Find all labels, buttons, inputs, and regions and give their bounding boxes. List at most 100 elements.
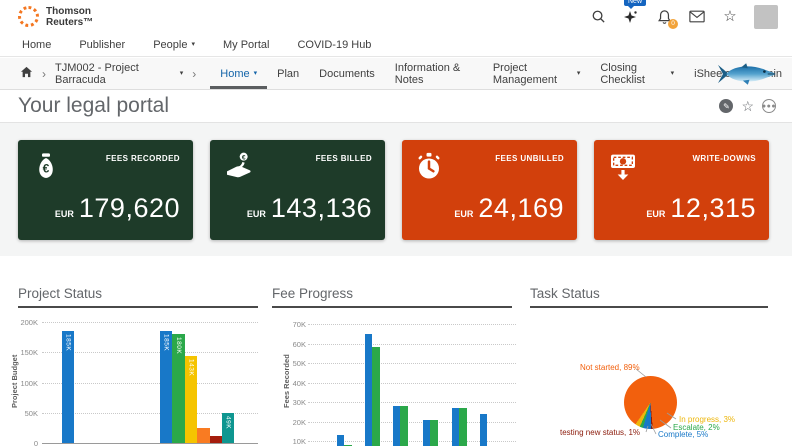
top-header: Thomson Reuters™ New 0 ☆ (0, 0, 792, 33)
tab-closing-checklist[interactable]: Closing Checklist▾ (590, 58, 684, 89)
kpi-currency: EUR (646, 209, 665, 219)
gridline (42, 322, 258, 323)
bar (337, 435, 344, 446)
stopwatch-icon (414, 150, 444, 187)
gridline (308, 402, 516, 403)
y-axis-label: Project Budget (10, 355, 19, 408)
gridline (308, 383, 516, 384)
gridline (308, 344, 516, 345)
chevron-right-icon: › (42, 67, 46, 81)
nav-item-label: Home (22, 39, 51, 51)
bell-icon[interactable]: 0 (655, 8, 673, 26)
chart-title-rule (530, 306, 768, 308)
nav-item-publisher[interactable]: Publisher (79, 39, 125, 51)
breadcrumb: › TJM002 - Project Barracuda ▾ › (20, 58, 196, 89)
kpi-card-label: FEES BILLED (316, 154, 372, 163)
kpi-amount: 12,315 (670, 193, 756, 224)
project-name: TJM002 - Project Barracuda (55, 62, 175, 86)
avatar[interactable] (754, 5, 778, 29)
bar (372, 347, 379, 446)
chart-title-project-status: Project Status (18, 286, 102, 301)
kpi-card-fees-unbilled: FEES UNBILLEDEUR24,169 (402, 140, 577, 240)
bar: 49K (222, 413, 234, 443)
tab-documents[interactable]: Documents (309, 58, 385, 89)
bar (210, 436, 222, 443)
bar (400, 406, 407, 446)
kpi-card-label: WRITE-DOWNS (692, 154, 756, 163)
tab-information-notes[interactable]: Information & Notes (385, 58, 483, 89)
nav-item-home[interactable]: Home (22, 39, 51, 51)
chart-title-rule (18, 306, 258, 308)
edit-icon[interactable]: ✎ (719, 99, 733, 113)
nav-item-label: Publisher (79, 39, 125, 51)
kpi-card-fees-billed: €FEES BILLEDEUR143,136 (210, 140, 385, 240)
bar-value-label: 185K (163, 334, 170, 351)
star-icon[interactable]: ☆ (721, 8, 739, 26)
kpi-band: €FEES RECORDEDEUR179,620€FEES BILLEDEUR1… (0, 123, 792, 256)
tab-project-management[interactable]: Project Management▾ (483, 58, 591, 89)
y-tick-label: 40K (276, 379, 306, 388)
gridline (308, 324, 516, 325)
bar (430, 420, 437, 446)
tab-label: Project Management (493, 62, 573, 86)
nav-item-covid-19-hub[interactable]: COVID-19 Hub (297, 39, 371, 51)
kpi-card-value: EUR179,620 (55, 193, 180, 224)
caret-down-icon: ▾ (254, 70, 258, 77)
bar-value-label: 185K (65, 334, 72, 351)
kpi-card-value: EUR 12,315 (646, 193, 756, 224)
nav-item-label: COVID-19 Hub (297, 39, 371, 51)
breadcrumb-bar: › TJM002 - Project Barracuda ▾ › Home ▾ Pl… (0, 58, 792, 90)
thomson-reuters-logo[interactable]: Thomson Reuters™ (18, 6, 93, 28)
mail-icon[interactable] (688, 8, 706, 26)
favorite-star-icon[interactable]: ☆ (741, 98, 754, 115)
kpi-currency: EUR (454, 209, 473, 219)
y-tick-label: 60K (276, 340, 306, 349)
x-axis-line (42, 443, 258, 444)
bar (423, 420, 430, 446)
caret-down-icon: ▾ (191, 41, 195, 48)
main-nav: Home Publisher People ▾ My Portal COVID-19 Hu… (0, 33, 792, 57)
y-tick-label: 50K (276, 359, 306, 368)
pie-label-not-started: Not started, 89% (580, 363, 640, 372)
hand-coin-icon: € (222, 150, 256, 187)
project-tabs: Home ▾ PlanDocuments Information & Notes Pro… (210, 58, 792, 89)
kpi-card-write-downs: WRITE-DOWNS EUR 12,315 (594, 140, 769, 240)
money-bag-euro-icon: € (30, 150, 62, 187)
gridline (42, 383, 258, 384)
search-icon[interactable] (589, 8, 607, 26)
tab-label: Information & Notes (395, 62, 473, 86)
nav-item-people[interactable]: People ▾ (153, 39, 195, 51)
chart-title-task-status: Task Status (530, 286, 600, 301)
gridline (42, 352, 258, 353)
sparkle-icon[interactable]: New (622, 8, 640, 26)
nav-item-my-portal[interactable]: My Portal (223, 39, 269, 51)
bar-value-label: 143K (187, 359, 194, 376)
y-tick-label: 0 (8, 439, 38, 446)
chart-title-fee-progress: Fee Progress (272, 286, 353, 301)
bar: 185K (160, 331, 172, 443)
bar (480, 414, 487, 446)
kpi-amount: 24,169 (478, 193, 564, 224)
home-icon[interactable] (20, 66, 33, 81)
y-tick-label: 20K (276, 418, 306, 427)
page-title-bar: Your legal portal ✎ ☆ ●●● (0, 90, 792, 123)
y-tick-label: 50K (8, 409, 38, 418)
bar-value-label: 180K (175, 337, 182, 354)
caret-down-icon: ▾ (671, 70, 675, 77)
banknote-down-icon (606, 150, 640, 187)
tab-home[interactable]: Home ▾ (210, 58, 267, 89)
charts-panel: Project Status050K100K150K200KProject Bu… (0, 256, 792, 446)
tab-plan[interactable]: Plan (267, 58, 309, 89)
brand-line1: Thomson (46, 6, 93, 17)
bar-value-label: 49K (225, 416, 232, 429)
caret-down-icon: ▾ (180, 70, 184, 77)
more-options-icon[interactable]: ●●● (762, 99, 776, 113)
bar (459, 408, 466, 446)
gridline (308, 363, 516, 364)
y-tick-label: 200K (8, 318, 38, 327)
tab-label: Home (220, 68, 249, 80)
nav-item-label: People (153, 39, 187, 51)
pie-label-testing-new-status: testing new status, 1% (560, 428, 640, 437)
breadcrumb-project[interactable]: TJM002 - Project Barracuda ▾ (55, 62, 183, 86)
bar (365, 334, 372, 446)
